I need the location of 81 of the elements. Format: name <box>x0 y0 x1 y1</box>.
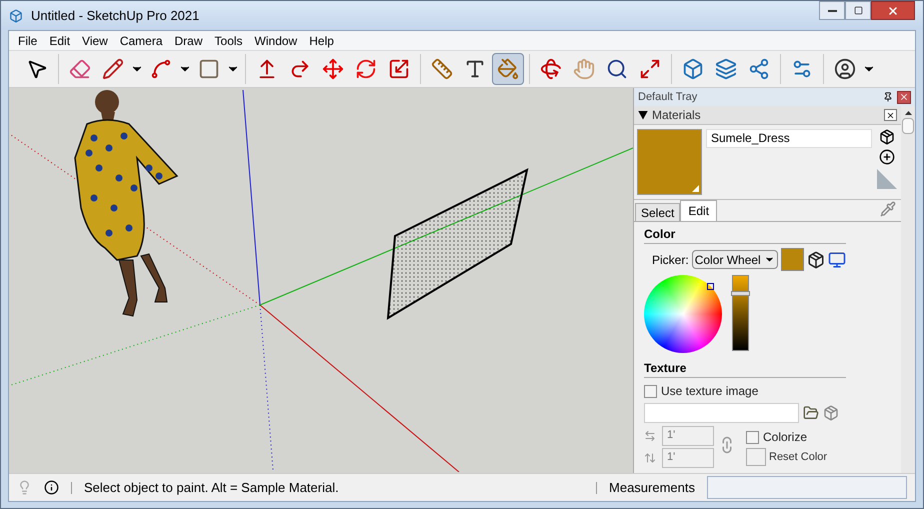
menu-item[interactable]: Edit <box>43 32 76 50</box>
move-icon <box>322 58 344 80</box>
width-icon <box>644 430 656 442</box>
scale-icon <box>388 58 410 80</box>
close-icon <box>899 92 909 102</box>
checkbox[interactable] <box>746 430 759 444</box>
texture-path-field[interactable] <box>644 403 799 423</box>
create-material-icon[interactable] <box>879 149 895 165</box>
text-icon <box>464 58 486 80</box>
eyedropper-icon[interactable] <box>880 201 896 217</box>
curved-arrow-icon <box>289 58 311 80</box>
scroll-up-arrow-icon[interactable] <box>904 111 912 115</box>
maximize-button[interactable] <box>845 1 871 20</box>
height-field[interactable]: 1' <box>662 448 714 468</box>
maximize-icon <box>854 6 862 15</box>
close-icon <box>887 4 899 16</box>
layers-icon <box>715 58 737 80</box>
material-swatch[interactable] <box>637 129 702 195</box>
screen-sample-icon[interactable] <box>828 250 846 268</box>
menu-item[interactable]: Tools <box>208 32 249 50</box>
section-heading: Texture <box>644 359 846 378</box>
tray-title: Default Tray <box>638 90 698 105</box>
picker-label: Picker: <box>652 252 689 268</box>
menu-item[interactable]: Window <box>248 32 304 50</box>
settings-icon <box>791 58 813 80</box>
checkbox-label: Colorize <box>763 429 808 446</box>
pencil-icon <box>102 58 124 80</box>
brightness-thumb[interactable] <box>731 291 750 296</box>
orbit-icon <box>540 58 562 80</box>
close-icon <box>886 110 895 120</box>
menu-item[interactable]: View <box>76 32 114 50</box>
eraser-icon <box>69 58 91 80</box>
close-tray-button[interactable] <box>897 90 911 104</box>
scroll-thumb[interactable] <box>902 118 914 134</box>
details-icon[interactable] <box>879 129 895 145</box>
panel-title: Materials <box>652 107 702 124</box>
materials-header[interactable]: Materials <box>634 106 901 125</box>
checkbox[interactable] <box>644 384 657 398</box>
pointer-icon <box>26 58 48 80</box>
picker-dropdown[interactable]: Color Wheel <box>692 250 778 269</box>
close-window-button[interactable] <box>871 1 915 20</box>
folder-icon[interactable] <box>803 405 819 421</box>
menu-item[interactable]: File <box>12 32 44 50</box>
sample-color-icon[interactable] <box>806 250 825 268</box>
panel-tab[interactable]: Edit <box>680 200 718 221</box>
measurements-label: Measurements <box>609 478 695 497</box>
app-logo-icon <box>9 8 23 22</box>
paint-bucket-icon <box>497 58 519 80</box>
color-swatch <box>780 248 804 271</box>
arc-icon <box>150 58 172 80</box>
info-icon[interactable] <box>44 480 59 495</box>
cube-icon <box>682 58 704 80</box>
share-icon <box>748 58 770 80</box>
tape-measure-icon <box>431 58 453 80</box>
section-heading: Color <box>644 225 846 244</box>
close-panel-button[interactable] <box>884 109 897 121</box>
rotate-icon <box>355 58 377 80</box>
menu-item[interactable]: Draw <box>168 32 209 50</box>
minimize-button[interactable] <box>819 1 845 20</box>
reset-color-swatch <box>746 448 766 466</box>
wheel-marker[interactable] <box>707 283 714 290</box>
width-field[interactable]: 1' <box>662 426 714 446</box>
menu-item[interactable]: Help <box>303 32 340 50</box>
edit-texture-icon[interactable] <box>823 405 839 421</box>
user-icon <box>834 58 856 80</box>
rectangle-icon <box>198 58 220 80</box>
status-message: Select object to paint. Alt = Sample Material. <box>84 478 340 497</box>
brightness-track[interactable] <box>732 275 749 351</box>
zoom-extents-icon <box>639 58 661 80</box>
hand-icon <box>573 58 595 80</box>
menu-item[interactable]: Camera <box>114 32 169 50</box>
window-title: Untitled - SketchUp Pro 2021 <box>31 6 200 25</box>
measurements-field[interactable] <box>707 476 907 499</box>
height-icon <box>644 452 656 464</box>
material-name-field[interactable]: Sumele_Dress <box>706 129 872 148</box>
panel-tab[interactable]: Select <box>635 203 680 221</box>
checkbox-label: Use texture image <box>661 383 758 400</box>
search-icon <box>606 58 628 80</box>
scroll-bar[interactable] <box>901 106 915 473</box>
pin-icon[interactable] <box>883 92 893 102</box>
reset-color-label[interactable]: Reset Color <box>769 448 828 466</box>
